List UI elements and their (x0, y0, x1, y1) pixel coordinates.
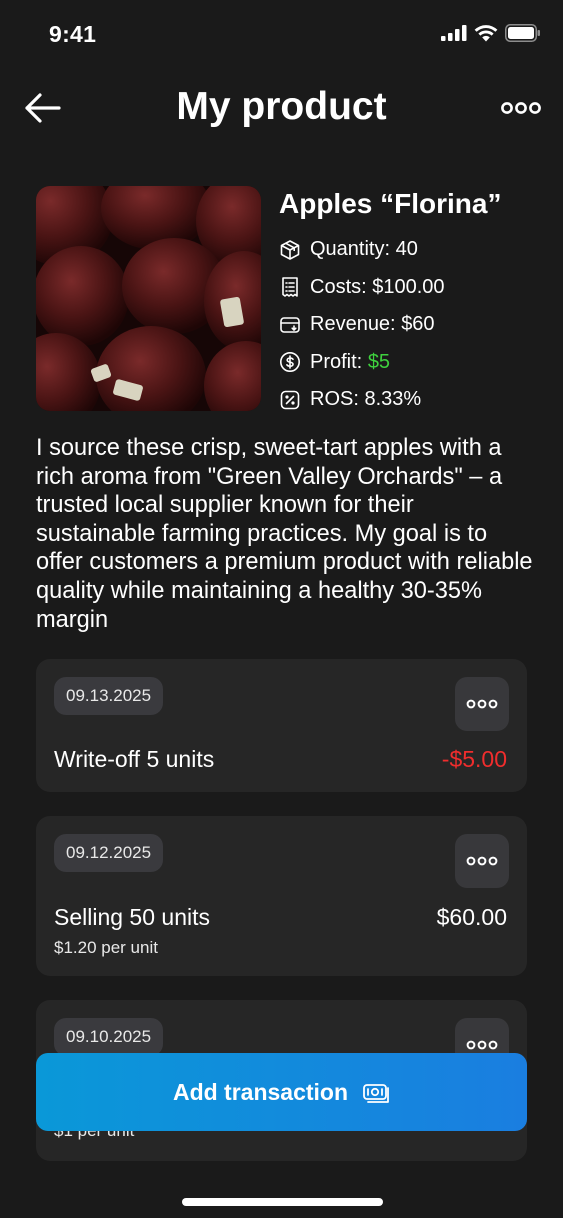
receipt-icon (279, 276, 301, 298)
more-dots-icon (466, 856, 498, 866)
stat-profit: Profit: $5 (279, 344, 445, 382)
product-stats: Quantity: 40 Costs: $100.00 Revenue: $60 (279, 231, 445, 419)
transaction-card[interactable]: 09.13.2025 Write-off 5 units -$5.00 (36, 659, 527, 792)
stat-label: ROS: (310, 388, 359, 411)
date-chip: 09.10.2025 (54, 1018, 164, 1056)
stat-value: $100.00 (372, 275, 445, 298)
transaction-card[interactable]: 09.12.2025 Selling 50 units $60.00 $1.20… (36, 816, 527, 976)
more-dots-icon (466, 699, 498, 709)
wifi-icon (474, 25, 498, 42)
stat-value: 8.33% (364, 388, 422, 411)
transaction-title: Selling 50 units (54, 904, 210, 930)
stat-value: 40 (395, 238, 418, 261)
stat-revenue: Revenue: $60 (279, 306, 445, 344)
transaction-more-button[interactable] (455, 677, 509, 731)
status-time: 9:41 (49, 21, 97, 47)
stat-ros: ROS: 8.33% (279, 381, 445, 419)
transaction-title: Write-off 5 units (54, 746, 215, 772)
home-indicator (182, 1198, 383, 1206)
page-title: My product (176, 85, 387, 128)
transaction-amount: -$5.00 (441, 746, 507, 772)
stat-quantity: Quantity: 40 (279, 231, 445, 269)
cellular-signal-icon (441, 25, 467, 41)
transaction-more-button[interactable] (455, 834, 509, 888)
more-dots-icon (501, 102, 541, 114)
transaction-subtitle: $1.20 per unit (54, 938, 158, 957)
add-transaction-button[interactable]: Add transaction (36, 1053, 527, 1131)
percent-icon (279, 389, 301, 411)
product-description: I source these crisp, sweet-tart apples … (36, 435, 533, 633)
stat-value: $5 (367, 350, 391, 373)
date-chip: 09.12.2025 (54, 834, 164, 872)
more-options-button[interactable] (501, 100, 541, 116)
money-icon (362, 1081, 390, 1103)
stat-costs: Costs: $100.00 (279, 269, 445, 307)
status-bar: 9:41 (0, 0, 563, 70)
nav-bar: My product (0, 80, 563, 140)
more-dots-icon (466, 1040, 498, 1050)
product-image (36, 186, 261, 411)
stat-value: $60 (401, 313, 435, 336)
product-name: Apples “Florina” (279, 188, 502, 219)
stat-label: Quantity: (310, 238, 391, 261)
transaction-amount: $60.00 (436, 904, 507, 930)
stat-label: Revenue: (310, 313, 396, 336)
stat-label: Profit: (310, 350, 363, 373)
add-transaction-label: Add transaction (172, 1078, 349, 1105)
status-icons (441, 24, 541, 42)
battery-icon (505, 24, 540, 42)
stat-label: Costs: (310, 275, 367, 298)
date-chip: 09.13.2025 (54, 677, 164, 715)
box-icon (279, 239, 301, 261)
dollar-circle-icon (279, 351, 301, 373)
card-icon (279, 314, 301, 336)
